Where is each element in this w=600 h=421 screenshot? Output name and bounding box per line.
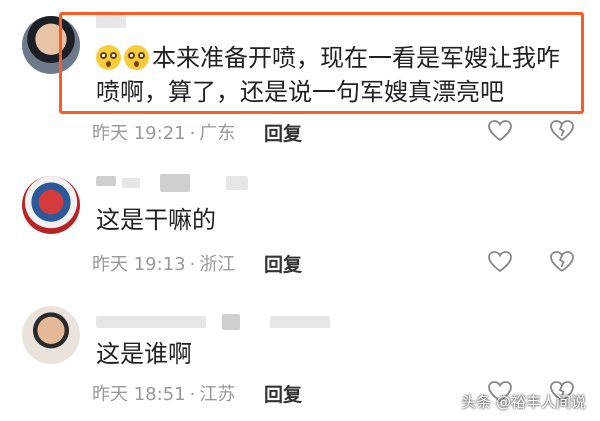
comment-location: 江苏 bbox=[199, 384, 236, 405]
comment-text-line2: 喷啊，算了，还是说一句军嫂真漂亮吧 bbox=[96, 78, 504, 106]
comment-location: 广东 bbox=[199, 123, 236, 144]
username-redacted bbox=[96, 316, 206, 328]
comment-text-line1: 本来准备开喷，现在一看是军嫂让我咋 bbox=[152, 44, 560, 72]
comment-time: 昨天 19:21 bbox=[92, 123, 186, 144]
username-redacted bbox=[270, 316, 330, 328]
broken-heart-icon[interactable] bbox=[549, 119, 575, 143]
reply-button[interactable]: 回复 bbox=[264, 250, 302, 277]
separator: · bbox=[189, 254, 196, 275]
astonished-face-emoji-icon bbox=[96, 45, 121, 70]
broken-heart-icon[interactable] bbox=[549, 250, 575, 274]
comment-location: 浙江 bbox=[199, 254, 236, 275]
separator: · bbox=[189, 123, 196, 144]
reply-button[interactable]: 回复 bbox=[264, 380, 302, 407]
astonished-face-emoji-icon bbox=[124, 45, 149, 70]
separator: · bbox=[189, 384, 196, 405]
avatar[interactable] bbox=[22, 176, 80, 234]
username-redacted bbox=[96, 176, 116, 186]
comment-meta: 昨天 19:13 · 浙江 bbox=[92, 250, 235, 276]
comment-text: 这是谁啊 bbox=[96, 340, 192, 368]
comment-text: 这是干嘛的 bbox=[96, 206, 216, 234]
avatar[interactable] bbox=[22, 306, 80, 364]
comment-meta: 昨天 18:51 · 江苏 bbox=[92, 380, 235, 406]
watermark: 头条 @裕丰人间说 bbox=[461, 393, 586, 411]
comment-time: 昨天 19:13 bbox=[92, 254, 186, 275]
comment-text: 本来准备开喷，现在一看是军嫂让我咋 bbox=[96, 40, 560, 77]
username-redacted bbox=[226, 176, 248, 190]
heart-icon[interactable] bbox=[487, 119, 513, 143]
username-redacted bbox=[222, 314, 240, 330]
comment-meta: 昨天 19:21 · 广东 bbox=[92, 119, 235, 145]
username-redacted bbox=[160, 174, 190, 192]
reply-button[interactable]: 回复 bbox=[264, 119, 302, 146]
username-redacted bbox=[122, 178, 140, 188]
comment-time: 昨天 18:51 bbox=[92, 384, 186, 405]
heart-icon[interactable] bbox=[487, 250, 513, 274]
